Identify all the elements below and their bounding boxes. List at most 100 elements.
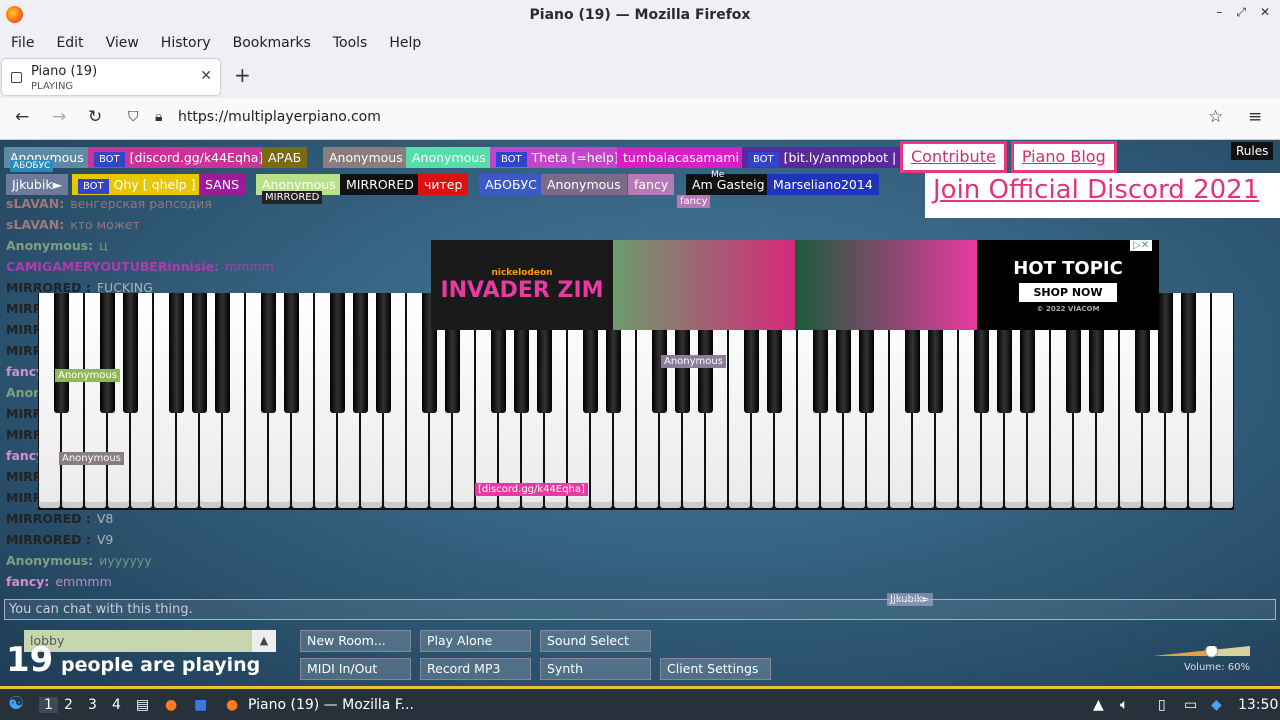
forward-icon[interactable]: →: [52, 107, 66, 127]
user-badge[interactable]: АБОБУС: [479, 174, 543, 195]
user-badge[interactable]: Anonymous: [406, 147, 492, 168]
advertisement[interactable]: nickelodeon INVADER ZIM HOT TOPIC SHOP N…: [431, 240, 1159, 330]
display-icon[interactable]: ▭: [1184, 697, 1197, 713]
user-badge[interactable]: MIRRORED: [340, 174, 420, 195]
user-badge[interactable]: Jjkubik►: [6, 174, 69, 195]
black-key[interactable]: [352, 293, 368, 413]
black-key[interactable]: [375, 293, 391, 413]
start-menu-icon[interactable]: ☯: [8, 693, 24, 714]
workspace-2[interactable]: 2: [64, 697, 73, 713]
user-badge[interactable]: BOT [bit.ly/anmppbot | -: [742, 147, 911, 168]
new-room-button[interactable]: New Room...: [300, 630, 411, 652]
room-selector[interactable]: lobby: [24, 630, 276, 652]
black-key[interactable]: [191, 293, 207, 413]
black-key[interactable]: [168, 293, 184, 413]
black-key[interactable]: [214, 293, 230, 413]
terminal-icon[interactable]: ■: [194, 697, 207, 713]
new-tab-icon[interactable]: +: [234, 63, 251, 87]
user-badge[interactable]: читер: [418, 174, 469, 195]
navigation-bar: ← → ↻ ⛉ 🔒︎ https://multiplayerpiano.com …: [0, 98, 1280, 140]
lock-icon[interactable]: 🔒︎: [155, 109, 162, 125]
white-key[interactable]: [1212, 293, 1233, 508]
menu-bookmarks[interactable]: Bookmarks: [222, 35, 322, 51]
ad-copyright: © 2022 VIACOM: [1036, 304, 1100, 313]
url-field[interactable]: https://multiplayerpiano.com: [178, 109, 381, 125]
tab-close-icon[interactable]: ✕: [200, 68, 212, 84]
user-badge[interactable]: fancy: [628, 174, 675, 195]
menu-help[interactable]: Help: [378, 35, 432, 51]
bookmark-star-icon[interactable]: ☆: [1208, 107, 1223, 127]
user-badge[interactable]: BOT Theta [=help]: [490, 147, 625, 168]
user-badge[interactable]: tumbalacasamami: [617, 147, 745, 168]
chat-text: V9: [96, 532, 114, 547]
rules-button[interactable]: Rules: [1231, 142, 1274, 160]
black-key[interactable]: [122, 293, 138, 413]
user-name: Anonymous: [262, 177, 336, 192]
black-key[interactable]: [53, 293, 69, 413]
clock: 13:50: [1238, 697, 1279, 713]
user-name: Jjkubik►: [12, 177, 63, 192]
clipboard-icon[interactable]: ▯: [1158, 697, 1166, 713]
black-key[interactable]: [283, 293, 299, 413]
chat-message: MIRRORED : V9: [6, 532, 113, 547]
firefox-icon[interactable]: ●: [165, 697, 177, 713]
ad-title: INVADER ZIM: [440, 277, 604, 303]
page-icon: [11, 72, 22, 83]
piano-blog-link[interactable]: Piano Blog: [1010, 141, 1117, 173]
midi-button[interactable]: MIDI In/Out: [300, 658, 411, 680]
user-badge[interactable]: Anonymous: [541, 174, 627, 195]
user-badge[interactable]: Anonymous: [323, 147, 409, 168]
record-mp3-button[interactable]: Record MP3: [420, 658, 531, 680]
menu-history[interactable]: History: [150, 35, 222, 51]
minimize-icon[interactable]: –: [1216, 5, 1222, 20]
user-badge[interactable]: BOT Qhy [ qhelp ]: [72, 174, 202, 195]
synth-button[interactable]: Synth: [540, 658, 651, 680]
workspace-4[interactable]: 4: [112, 697, 121, 713]
user-name: Qhy [ qhelp ]: [113, 177, 196, 192]
menu-tools[interactable]: Tools: [322, 35, 379, 51]
play-alone-button[interactable]: Play Alone: [420, 630, 531, 652]
maximize-icon[interactable]: ⤢: [1236, 5, 1246, 20]
contribute-link[interactable]: Contribute: [900, 141, 1007, 173]
chevron-up-icon[interactable]: ▲: [252, 630, 276, 652]
volume-icon[interactable]: 🔈︎: [1120, 697, 1128, 713]
reload-icon[interactable]: ↻: [88, 107, 102, 127]
black-key[interactable]: [99, 293, 115, 413]
chat-input[interactable]: You can chat with this thing.: [4, 599, 1276, 620]
chat-text: ц: [99, 238, 108, 253]
ad-cta[interactable]: SHOP NOW: [1019, 282, 1117, 302]
ad-store: HOT TOPIC: [1013, 257, 1123, 279]
workspace-3[interactable]: 3: [88, 697, 97, 713]
user-badge[interactable]: Marseliano2014: [767, 174, 879, 195]
hamburger-menu-icon[interactable]: ≡: [1248, 107, 1262, 127]
ad-close-icon[interactable]: ▷✕: [1130, 240, 1153, 251]
user-name: АБОБУС: [485, 177, 537, 192]
task-window-title[interactable]: Piano (19) — Mozilla F...: [248, 697, 414, 713]
tab-piano[interactable]: Piano (19) PLAYING ✕: [2, 59, 220, 95]
client-settings-button[interactable]: Client Settings: [660, 658, 771, 680]
user-badge[interactable]: SANS: [199, 174, 246, 195]
user-badge[interactable]: Am Gasteig: [686, 174, 771, 195]
user-badge[interactable]: АРАБ: [262, 147, 308, 168]
menu-file[interactable]: File: [0, 35, 45, 51]
tray-up-icon[interactable]: ▲: [1093, 697, 1104, 713]
file-manager-icon[interactable]: ▤: [136, 697, 149, 713]
black-key[interactable]: [260, 293, 276, 413]
tab-status: PLAYING: [31, 81, 74, 92]
black-key[interactable]: [1157, 293, 1173, 413]
black-key[interactable]: [1180, 293, 1196, 413]
close-icon[interactable]: ✕: [1260, 5, 1270, 20]
sound-select-button[interactable]: Sound Select: [540, 630, 651, 652]
update-icon[interactable]: ◆: [1211, 697, 1222, 713]
user-name: SANS: [205, 177, 240, 192]
back-icon[interactable]: ←: [15, 107, 29, 127]
shield-icon[interactable]: ⛉: [128, 109, 139, 125]
bot-tag: BOT: [78, 179, 109, 194]
user-badge[interactable]: BOT [discord.gg/k44Eqha]: [88, 147, 270, 168]
menu-edit[interactable]: Edit: [45, 35, 94, 51]
volume-slider[interactable]: [1154, 646, 1250, 660]
workspace-1[interactable]: 1: [39, 697, 58, 713]
menu-view[interactable]: View: [95, 35, 150, 51]
black-key[interactable]: [329, 293, 345, 413]
discord-link[interactable]: Join Official Discord 2021: [925, 173, 1280, 218]
